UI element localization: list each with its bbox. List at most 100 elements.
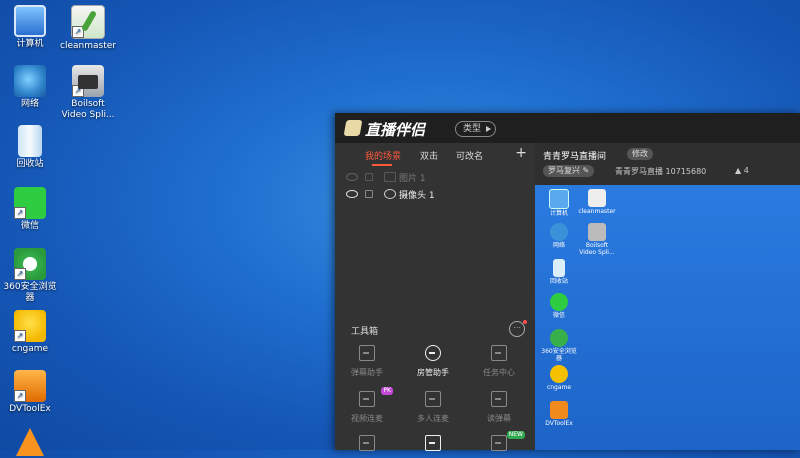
app-title: 直播伴侣 [365,121,426,139]
desktop-icon-label: cngame [11,344,49,354]
boilsoft-icon: ↗ [72,65,104,97]
tool-label: 房管助手 [417,368,449,377]
tool-row3-1[interactable] [339,435,395,451]
image-source-icon [384,172,396,182]
toolbox-panel: 工具箱 ⋯ 弹幕助手 房管助手 任务中心 PK 视频连麦 多人连麦 读弹幕 NE… [335,311,535,451]
desktop-icon-computer[interactable]: 计算机 [0,5,60,50]
desktop-icon-label: 网络 [20,99,39,109]
lock-icon[interactable] [365,173,373,181]
preview-icon-label: 计算机 [549,210,568,217]
download-icon [491,345,507,361]
live-streaming-app-window: 直播伴侣 类型 我的场景 双击 可改名 + 图片 1 摄像头 1 工具箱 ⋯ 弹… [335,113,800,451]
toolbox-title: 工具箱 [351,327,379,337]
desktop-icon-dvtoolex[interactable]: ↗ DVToolEx [0,370,60,415]
desktop-icon-cleanmaster[interactable]: ↗ cleanmaster [58,5,118,52]
preview-icon-label: cngame [546,384,572,391]
preview-desktop-icon: 微信 [539,293,579,319]
cleanmaster-icon: ↗ [71,5,105,39]
scene-item-label: 摄像头 1 [399,191,435,201]
stream-preview[interactable]: 计算机 cleanmaster 网络 Boilsoft Video Spli..… [535,185,800,450]
scene-item-image[interactable]: 图片 1 [335,170,535,186]
shortcut-arrow-icon: ↗ [14,207,26,219]
preview-icon-label: cleanmaster [578,208,616,215]
desktop-icon-cngame[interactable]: ↗ cngame [0,310,60,355]
scene-tabs: 我的场景 双击 可改名 + [335,143,535,167]
desktop-icon-label: 计算机 [16,39,44,49]
tool-label: 多人连麦 [417,414,449,423]
tool-label: 任务中心 [483,368,515,377]
recycle-bin-icon [18,125,42,157]
preview-desktop-icon: 计算机 [539,189,579,217]
preview-desktop-icon: 360安全浏览器 [539,329,579,362]
tab-my-scenes[interactable]: 我的场景 [365,149,401,162]
desktop-icon-wechat[interactable]: ↗ 微信 [0,187,60,232]
download-icon [359,391,375,407]
desktop-icon-boilsoft[interactable]: ↗ Boilsoft Video Spli... [58,65,118,121]
shortcut-arrow-icon: ↗ [72,85,84,97]
notification-dot-icon [523,320,527,324]
tool-label: 视频连麦 [351,414,383,423]
room-manager-icon [425,345,441,361]
app-title-bar: 直播伴侣 类型 [335,113,800,143]
desktop-icon-label: cleanmaster [60,41,116,51]
desktop-icon-recycle-bin[interactable]: 回收站 [0,125,60,170]
download-icon [491,435,507,451]
tool-danmu-assistant[interactable]: 弹幕助手 [339,345,395,378]
scene-item-camera[interactable]: 摄像头 1 [335,187,535,203]
desktop-icon-label: 360安全浏览器 [3,282,57,303]
scene-panel: 我的场景 双击 可改名 + 图片 1 摄像头 1 工具箱 ⋯ 弹幕助手 房管助手… [335,143,535,451]
tool-row3-2[interactable] [405,435,461,451]
live-room-panel: 青青罗马直播间 修改 罗马复兴 ✎ 青青罗马直播 10715680 ▲ 4 计算… [535,143,800,450]
tool-row3-3[interactable]: NEW [471,431,527,451]
preview-desktop-icon: Boilsoft Video Spli... [577,223,617,256]
adjust-icon [425,435,441,451]
download-icon [491,391,507,407]
network-icon [14,65,46,97]
shortcut-arrow-icon: ↗ [14,268,26,280]
desktop-icon-label: 微信 [20,221,39,231]
room-host-id: 青青罗马直播 10715680 [615,167,707,176]
preview-desktop-icon: cleanmaster [577,189,617,215]
desktop-icon-label: Boilsoft Video Spli... [61,99,115,120]
shortcut-arrow-icon: ↗ [14,390,26,402]
preview-desktop-icon: cngame [539,365,579,391]
type-button[interactable]: 类型 [455,121,497,137]
preview-icon-label: 360安全浏览器 [541,348,577,362]
desktop-icon-network[interactable]: 网络 [0,65,60,110]
preview-icon-label: Boilsoft Video Spli... [579,242,615,256]
tool-label: 读弹幕 [487,414,511,423]
tab-double-click[interactable]: 双击 [420,149,438,162]
camera-source-icon [384,189,396,199]
tool-label: 弹幕助手 [351,368,383,377]
desktop-icon-360-browser[interactable]: ↗ 360安全浏览器 [0,248,60,304]
play-arrow-icon [486,126,492,132]
tool-multi-link[interactable]: 多人连麦 [405,391,461,424]
preview-icon-label: 回收站 [549,278,568,285]
tool-room-manager[interactable]: 房管助手 [405,345,461,378]
dvtoolex-icon: ↗ [14,370,46,402]
tab-rename[interactable]: 可改名 [456,149,483,162]
category-label: 罗马复兴 [548,166,580,175]
cngame-icon: ↗ [14,310,46,342]
new-badge: NEW [506,431,525,439]
add-scene-button[interactable]: + [515,145,527,161]
room-title: 青青罗马直播间 [543,152,607,162]
category-tag[interactable]: 罗马复兴 ✎ [543,165,595,177]
active-tab-underline [372,164,392,166]
tool-task-center[interactable]: 任务中心 [471,345,527,378]
preview-icon-label: 网络 [552,242,565,249]
lock-icon[interactable] [365,190,373,198]
tool-read-danmu[interactable]: 读弹幕 [471,391,527,424]
download-icon [359,435,375,451]
desktop-icon-vlc[interactable] [0,428,60,458]
visibility-eye-icon[interactable] [346,173,358,181]
fire-icon: ▲ [735,166,742,175]
visibility-eye-icon[interactable] [346,190,358,198]
desktop-icon-label: DVToolEx [9,404,51,414]
tool-video-link[interactable]: PK 视频连麦 [339,387,395,424]
computer-icon [14,5,46,37]
preview-icon-label: DVToolEx [545,420,573,427]
fans-count: ▲ 4 [735,166,749,175]
edit-room-button[interactable]: 修改 [627,148,653,160]
wechat-icon: ↗ [14,187,46,219]
